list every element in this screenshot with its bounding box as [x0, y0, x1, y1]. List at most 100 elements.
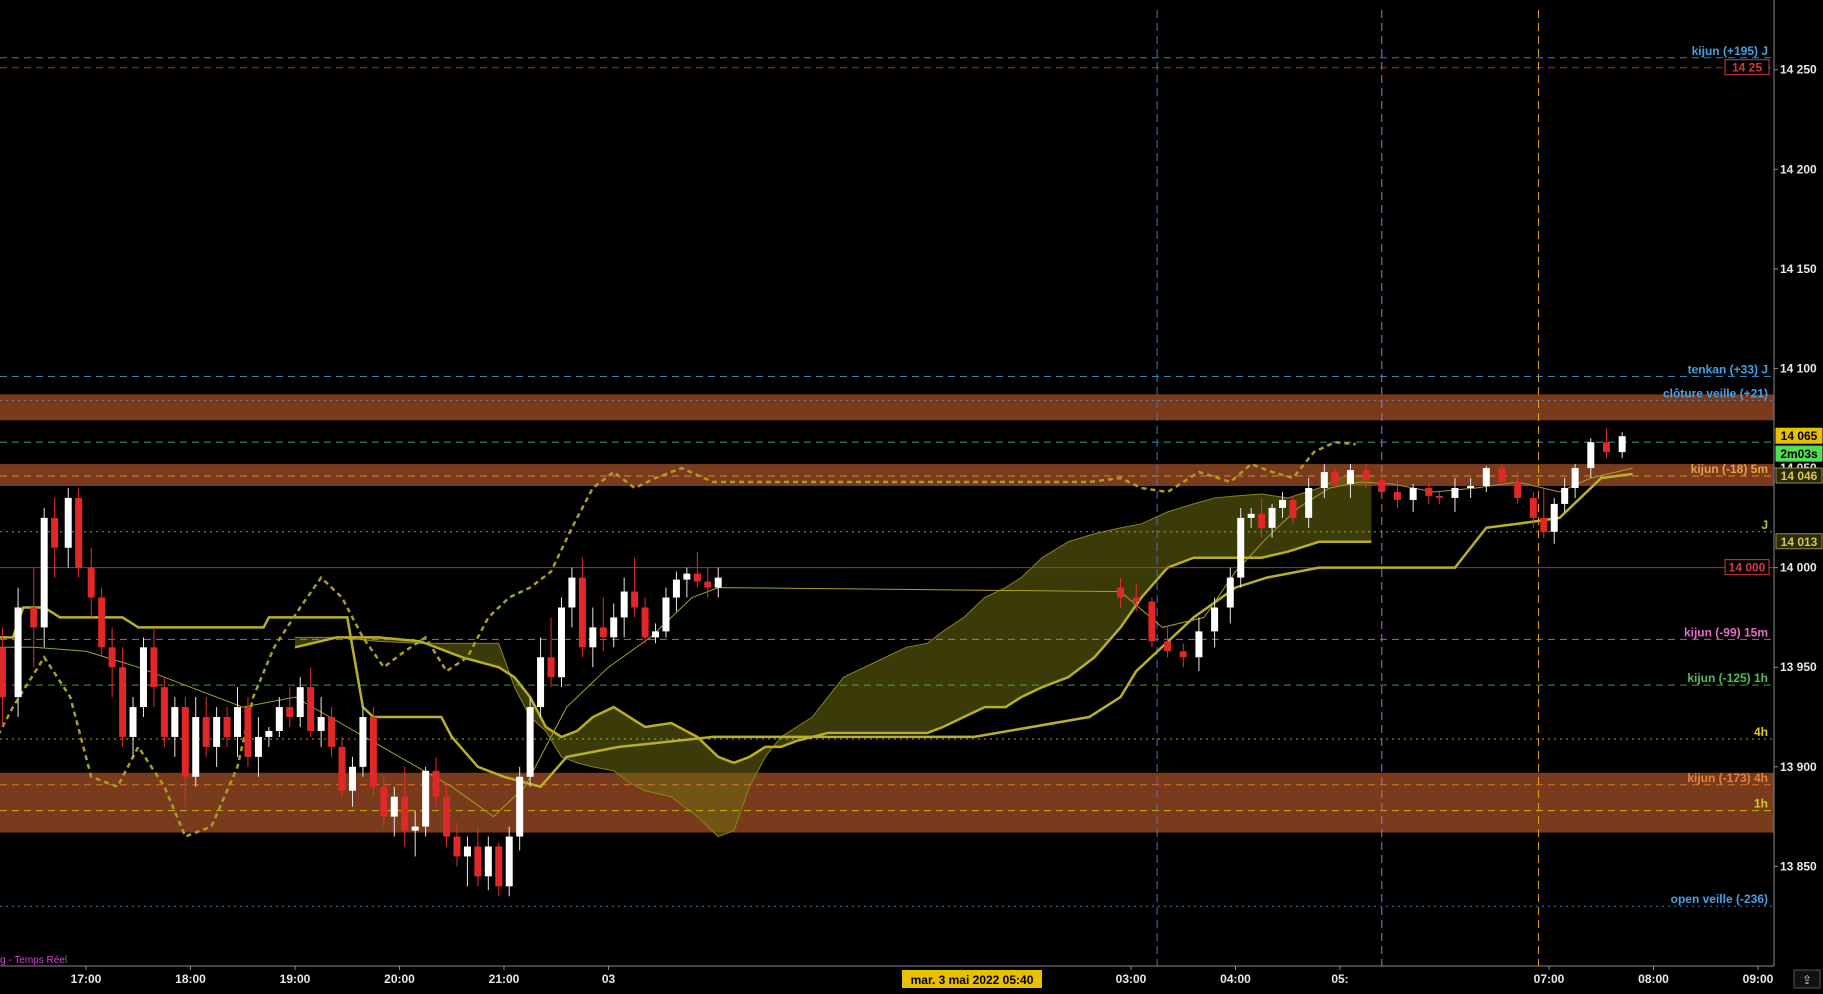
candle-body [275, 707, 283, 731]
candle-body [641, 607, 649, 638]
candle-body [672, 579, 680, 598]
level-label: kijun (-173) 4h [1687, 771, 1768, 785]
candle-body [75, 497, 83, 568]
time-tick-label: 18:00 [175, 972, 206, 986]
level-label: kijun (-18) 5m [1691, 462, 1768, 476]
candle-body [1393, 491, 1401, 500]
candle-body [369, 717, 377, 787]
candle-body [1571, 468, 1579, 488]
candle-body [599, 627, 607, 638]
candle-body [1378, 480, 1386, 492]
price-tag-label: 14 046 [1781, 469, 1818, 483]
candle-body [1132, 597, 1140, 602]
candle-body [254, 736, 262, 757]
candle-body [443, 796, 451, 837]
candle-body [411, 826, 419, 831]
candle-body [1362, 470, 1370, 481]
candle-body [557, 607, 565, 678]
price-band [0, 772, 1774, 833]
candle-body [704, 581, 712, 588]
price-tag-label: 14 25 [1732, 61, 1762, 75]
price-tick-label: 13 900 [1780, 760, 1817, 774]
candle-body [1346, 470, 1354, 484]
candle-body [620, 591, 628, 618]
level-label: 1h [1754, 797, 1768, 811]
level-label: kijun (+195) J [1692, 44, 1768, 58]
ichimoku-chart[interactable]: kijun (+195) J tenkan (+33) J clôture veil… [0, 0, 1823, 989]
price-tag-label: 14 013 [1781, 535, 1818, 549]
candle-body [1320, 472, 1328, 488]
price-tick-label: 14 100 [1780, 361, 1817, 375]
candle-body [652, 631, 660, 638]
candle-body [202, 717, 210, 747]
candle-body [223, 717, 231, 737]
price-tick-label: 13 850 [1780, 859, 1817, 873]
candle-body [1482, 468, 1490, 486]
candle-body [129, 707, 137, 737]
price-tick-label: 14 250 [1780, 63, 1817, 77]
candle-body [1498, 468, 1506, 483]
time-tick-label: 19:00 [280, 972, 311, 986]
candle-body [683, 573, 691, 580]
candle-body [1425, 487, 1433, 496]
candle-body [64, 497, 72, 548]
candle-body [1117, 587, 1125, 598]
candle-body [1618, 436, 1626, 453]
candle-body [1258, 513, 1266, 528]
time-tick-label: 03:00 [1116, 972, 1147, 986]
candle-body [139, 647, 147, 708]
corner-button[interactable]: ⇪ [1793, 969, 1821, 989]
candle-body [265, 730, 273, 737]
candle-body [359, 717, 367, 767]
candle-body [495, 846, 503, 887]
candle-body [693, 573, 701, 582]
candle-body [1467, 485, 1475, 488]
time-tick-label: 04:00 [1220, 972, 1251, 986]
candle-body [160, 687, 168, 737]
candle-body [1164, 641, 1172, 652]
candle-body [40, 517, 48, 628]
candle-body [1331, 472, 1339, 484]
candle-body [181, 707, 189, 777]
candle-body [150, 647, 158, 688]
price-tag-label: 2m03s [1780, 447, 1818, 461]
price-tick-label: 14 200 [1780, 162, 1817, 176]
candle-body [401, 796, 409, 831]
candle-body [390, 796, 398, 817]
candle-body [108, 647, 116, 668]
cursor-time-label: mar. 3 mai 2022 05:40 [911, 973, 1034, 987]
candle-body [1195, 631, 1203, 658]
time-tick-label: 09:00 [1743, 972, 1774, 986]
candle-body [432, 770, 440, 797]
candle-body [1305, 487, 1313, 518]
candle-body [1237, 517, 1245, 578]
candle-body [0, 647, 6, 698]
candle-body [1587, 442, 1595, 469]
level-label: J [1761, 518, 1768, 532]
candle-body [1435, 495, 1443, 498]
candle-body [589, 627, 597, 648]
expand-icon: ⇪ [1802, 973, 1812, 987]
level-label: clôture veille (+21) [1663, 386, 1768, 400]
candle-body [317, 717, 325, 731]
candle-body [348, 766, 356, 791]
candle-body [505, 836, 513, 887]
candle-body [547, 657, 555, 678]
candle-body [51, 517, 59, 548]
candle-body [1561, 487, 1569, 504]
candle-body [474, 846, 482, 877]
candle-body [714, 577, 722, 588]
candle-body [213, 717, 221, 747]
chart-window: kijun (+195) J tenkan (+33) J clôture veil… [0, 0, 1823, 989]
level-label: 4h [1754, 725, 1768, 739]
candle-body [484, 846, 492, 877]
candle-body [1550, 503, 1558, 532]
candle-body [380, 786, 388, 817]
candle-body [578, 577, 586, 648]
candle-body [1514, 482, 1522, 498]
candle-body [1268, 507, 1276, 528]
candle-body [1279, 499, 1287, 508]
candle-body [296, 687, 304, 718]
candle-body [453, 836, 461, 857]
candle-body [98, 597, 106, 648]
